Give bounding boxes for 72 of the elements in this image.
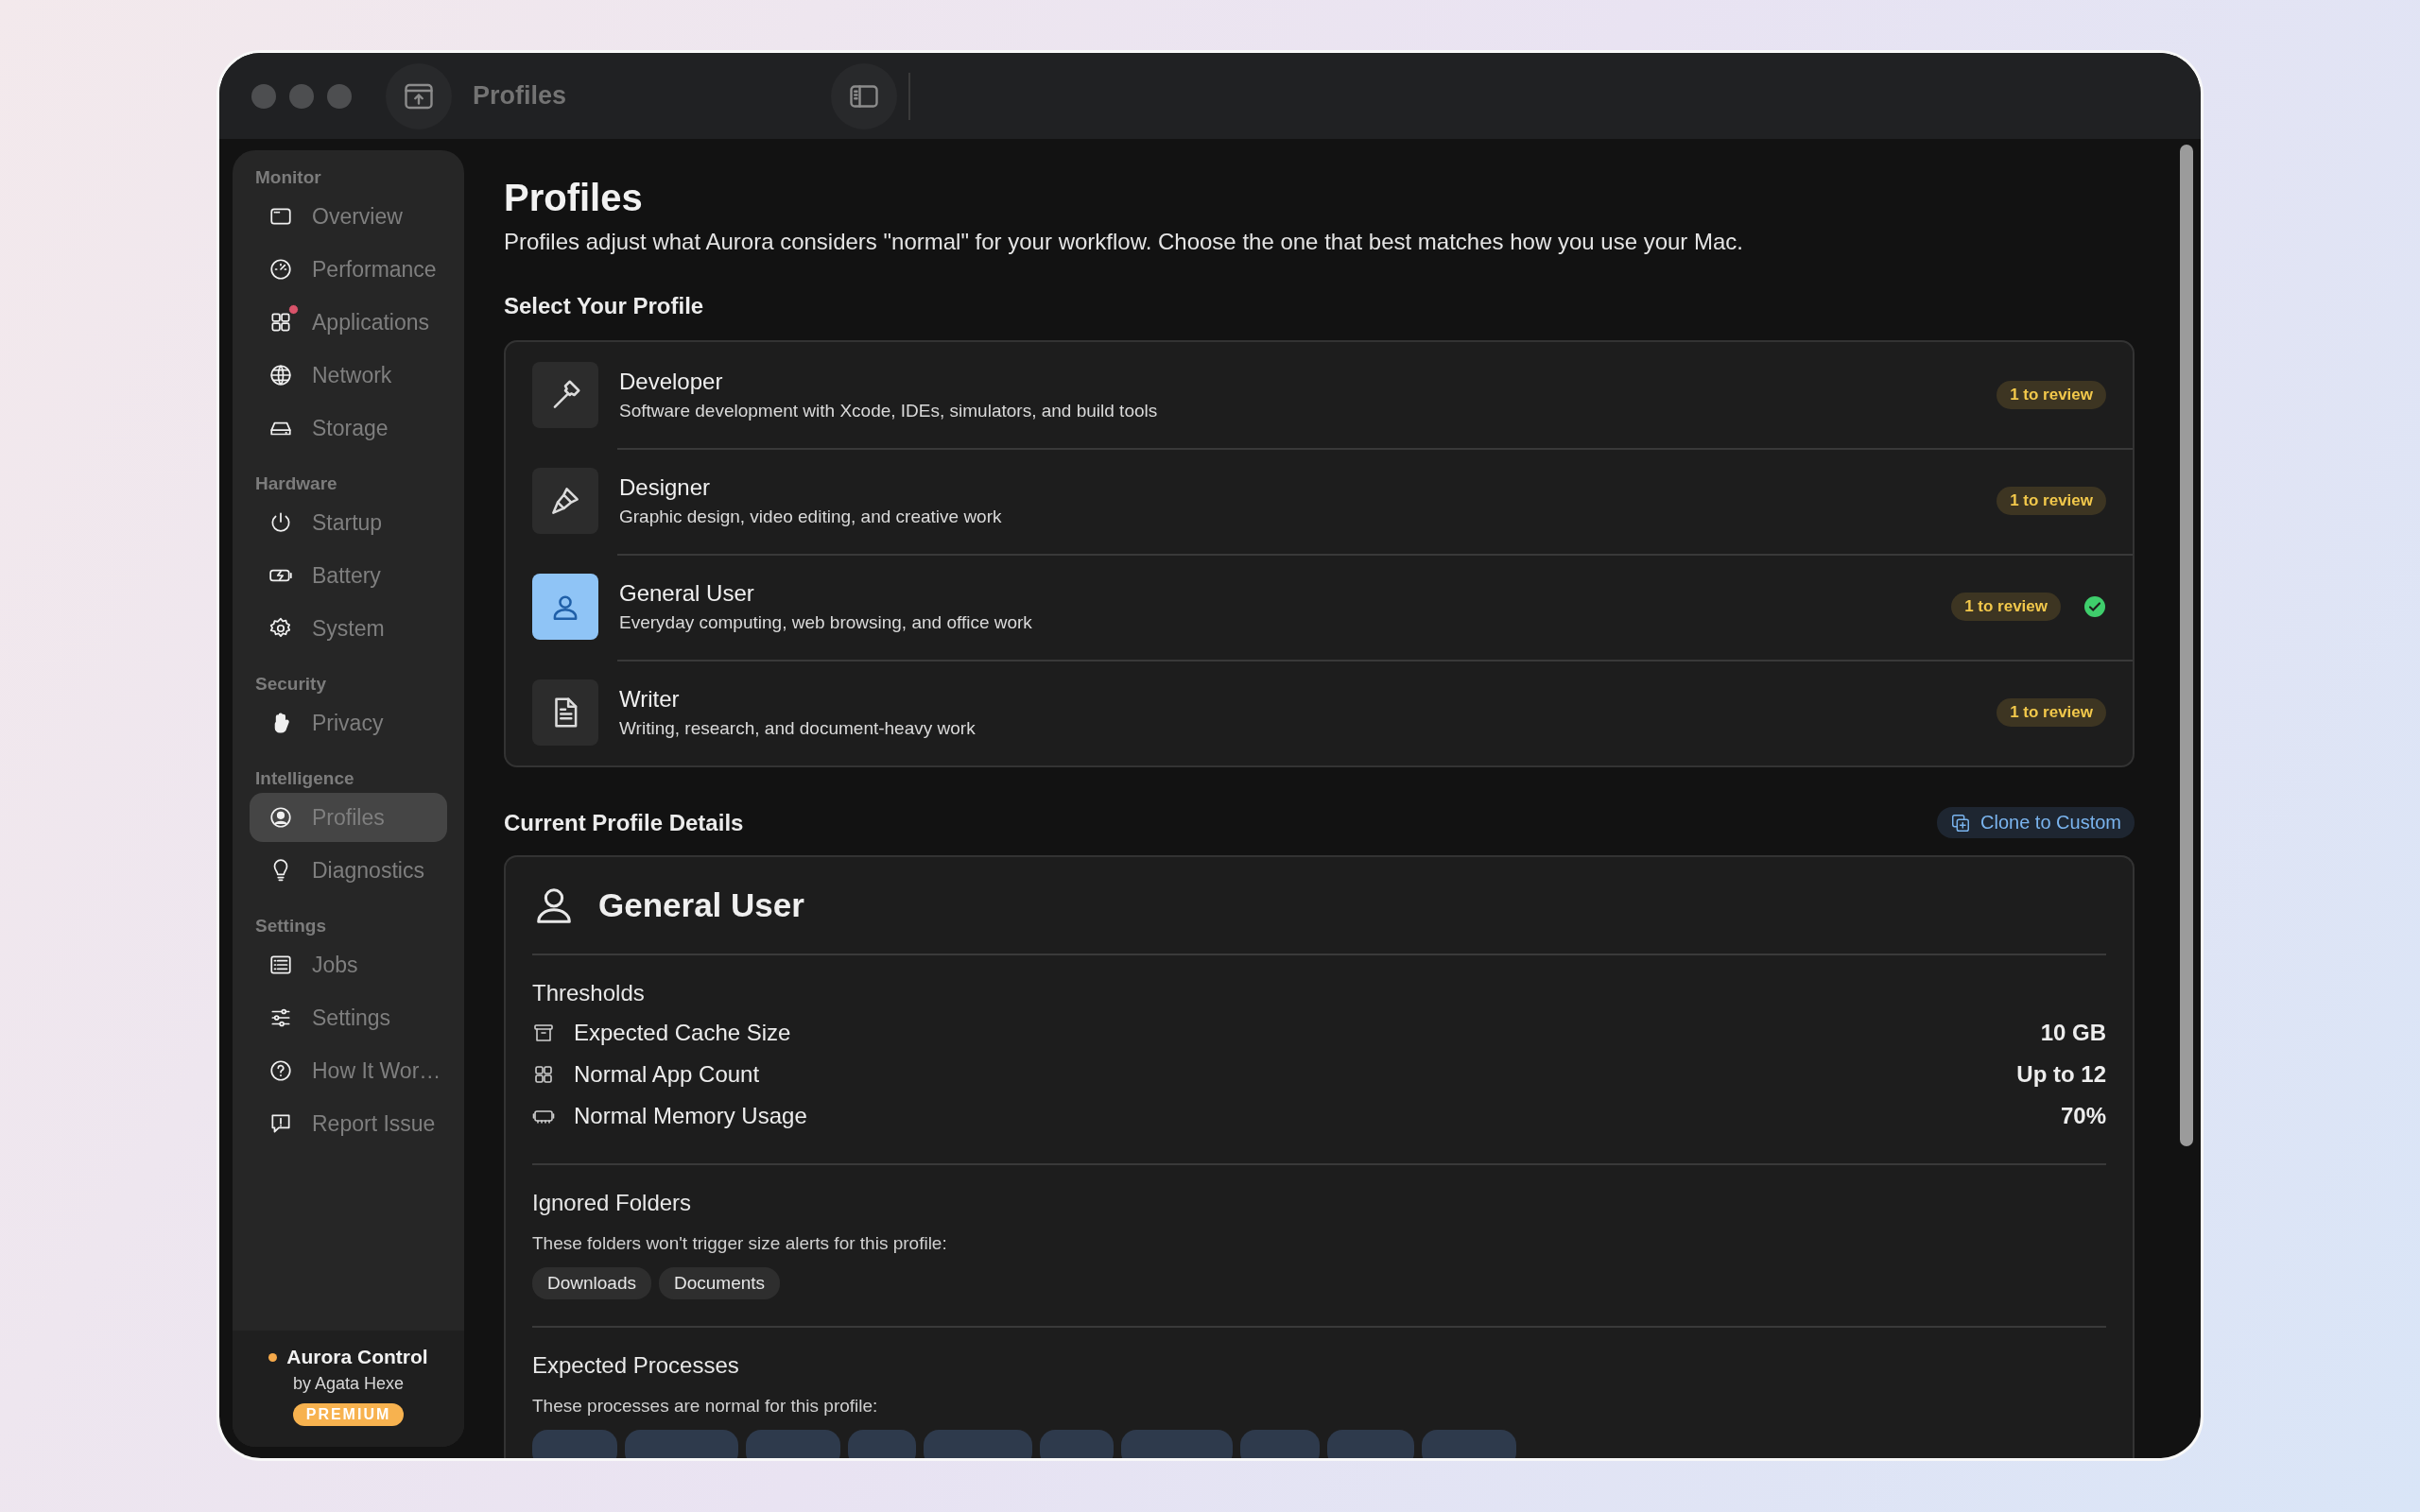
sidebar-section-heading: Hardware [255, 473, 337, 494]
section-heading: Current Profile Details [504, 809, 744, 836]
block-heading: Ignored Folders [532, 1190, 692, 1216]
sidebar-item[interactable]: Network [250, 351, 447, 400]
status-dot [268, 1352, 278, 1362]
sidebar-item[interactable]: Report Issue [250, 1099, 447, 1148]
page-description: Profiles adjust what Aurora considers "normal" for your workflow. Choose the one that best matches how you use your Mac. [504, 229, 1744, 255]
sidebar-section-heading: Monitor [255, 167, 321, 188]
sidebar-item[interactable]: Applications [250, 298, 447, 347]
sidebar-item[interactable]: Profiles [250, 793, 447, 842]
profile-description: Writing, research, and document-heavy work [619, 718, 977, 739]
review-badge: 1 to review [1996, 487, 2106, 515]
sidebar-item[interactable]: Battery [250, 551, 447, 600]
profile-row[interactable]: Developer Software development with Xcode, IDEs, simulators, and build tools 1 to review [506, 342, 2133, 448]
author-text: by Agata Hexe [292, 1374, 405, 1394]
speech-bubble-icon [268, 1111, 293, 1136]
sidebar-item[interactable]: Overview [250, 192, 447, 241]
question-icon [268, 1058, 293, 1083]
threshold-label: Expected Cache Size [574, 1020, 792, 1046]
process-tag [848, 1430, 916, 1458]
globe-icon [268, 363, 293, 387]
block-description: These processes are normal for this profile: [532, 1396, 879, 1417]
sidebar-section-heading: Settings [255, 916, 326, 936]
threshold-value: 10 GB [2040, 1020, 2106, 1046]
clone-button[interactable]: Clone to Custom [1937, 807, 2135, 838]
profile-name: Developer [619, 369, 724, 395]
sidebar-section-heading: Security [255, 674, 326, 695]
sidebar-item[interactable]: System [250, 604, 447, 653]
folder-tag: Downloads [532, 1267, 651, 1299]
grid-icon [268, 310, 293, 335]
section-heading: Select Your Profile [504, 293, 704, 319]
block-heading: Expected Processes [532, 1352, 739, 1379]
grid-icon [532, 1063, 555, 1086]
profile-row[interactable]: General User Everyday computing, web browsing, and office work 1 to review [506, 554, 2133, 660]
block-description: These folders won't trigger size alerts for this profile: [532, 1233, 948, 1254]
profile-description: Everyday computing, web browsing, and office work [619, 612, 1033, 633]
window-title: Profiles [473, 81, 567, 111]
premium-badge: PREMIUM [292, 1403, 405, 1426]
profile-row[interactable]: Writer Writing, research, and document-heavy work 1 to review [506, 660, 2133, 765]
sidebar-item[interactable]: Performance [250, 245, 447, 294]
sidebar-item[interactable]: Diagnostics [250, 846, 447, 895]
user-circle-icon [268, 805, 293, 830]
sidebar-section-heading: Intelligence [255, 768, 354, 789]
checkmark-icon [2083, 595, 2106, 618]
page-title: Profiles [504, 177, 644, 219]
archive-icon [532, 1022, 555, 1044]
app-name: Aurora Control [286, 1346, 428, 1368]
sidebar-item[interactable]: Storage [250, 404, 447, 453]
profile-name: Designer [619, 474, 712, 501]
list-icon [268, 953, 293, 977]
review-badge: 1 to review [1996, 381, 2106, 409]
profile-row[interactable]: Designer Graphic design, video editing, and creative work 1 to review [506, 448, 2133, 554]
sidebar-item[interactable]: Jobs [250, 940, 447, 989]
sidebar-item[interactable]: Startup [250, 498, 447, 547]
sidebar-item[interactable]: How It Wor… [250, 1046, 447, 1095]
sidebar-item[interactable]: Privacy [250, 698, 447, 747]
threshold-value: Up to 12 [2016, 1061, 2106, 1088]
profile-description: Software development with Xcode, IDEs, simulators, and build tools [619, 401, 1159, 421]
threshold-label: Normal Memory Usage [574, 1103, 808, 1129]
profile-name: Writer [619, 686, 681, 713]
review-badge: 1 to review [1996, 698, 2106, 727]
block-heading: Thresholds [532, 980, 645, 1006]
folder-tag: Documents [659, 1267, 781, 1299]
review-badge: 1 to review [1951, 593, 2061, 621]
profile-description: Graphic design, video editing, and creative work [619, 507, 1003, 527]
gauge-icon [268, 257, 293, 282]
profile-title: General User [598, 886, 804, 924]
profile-name: General User [619, 580, 755, 607]
threshold-value: 70% [2060, 1103, 2106, 1129]
sidebar-item[interactable]: Settings [250, 993, 447, 1042]
threshold-label: Normal App Count [574, 1061, 761, 1088]
copy-plus-icon [1950, 812, 1972, 833]
